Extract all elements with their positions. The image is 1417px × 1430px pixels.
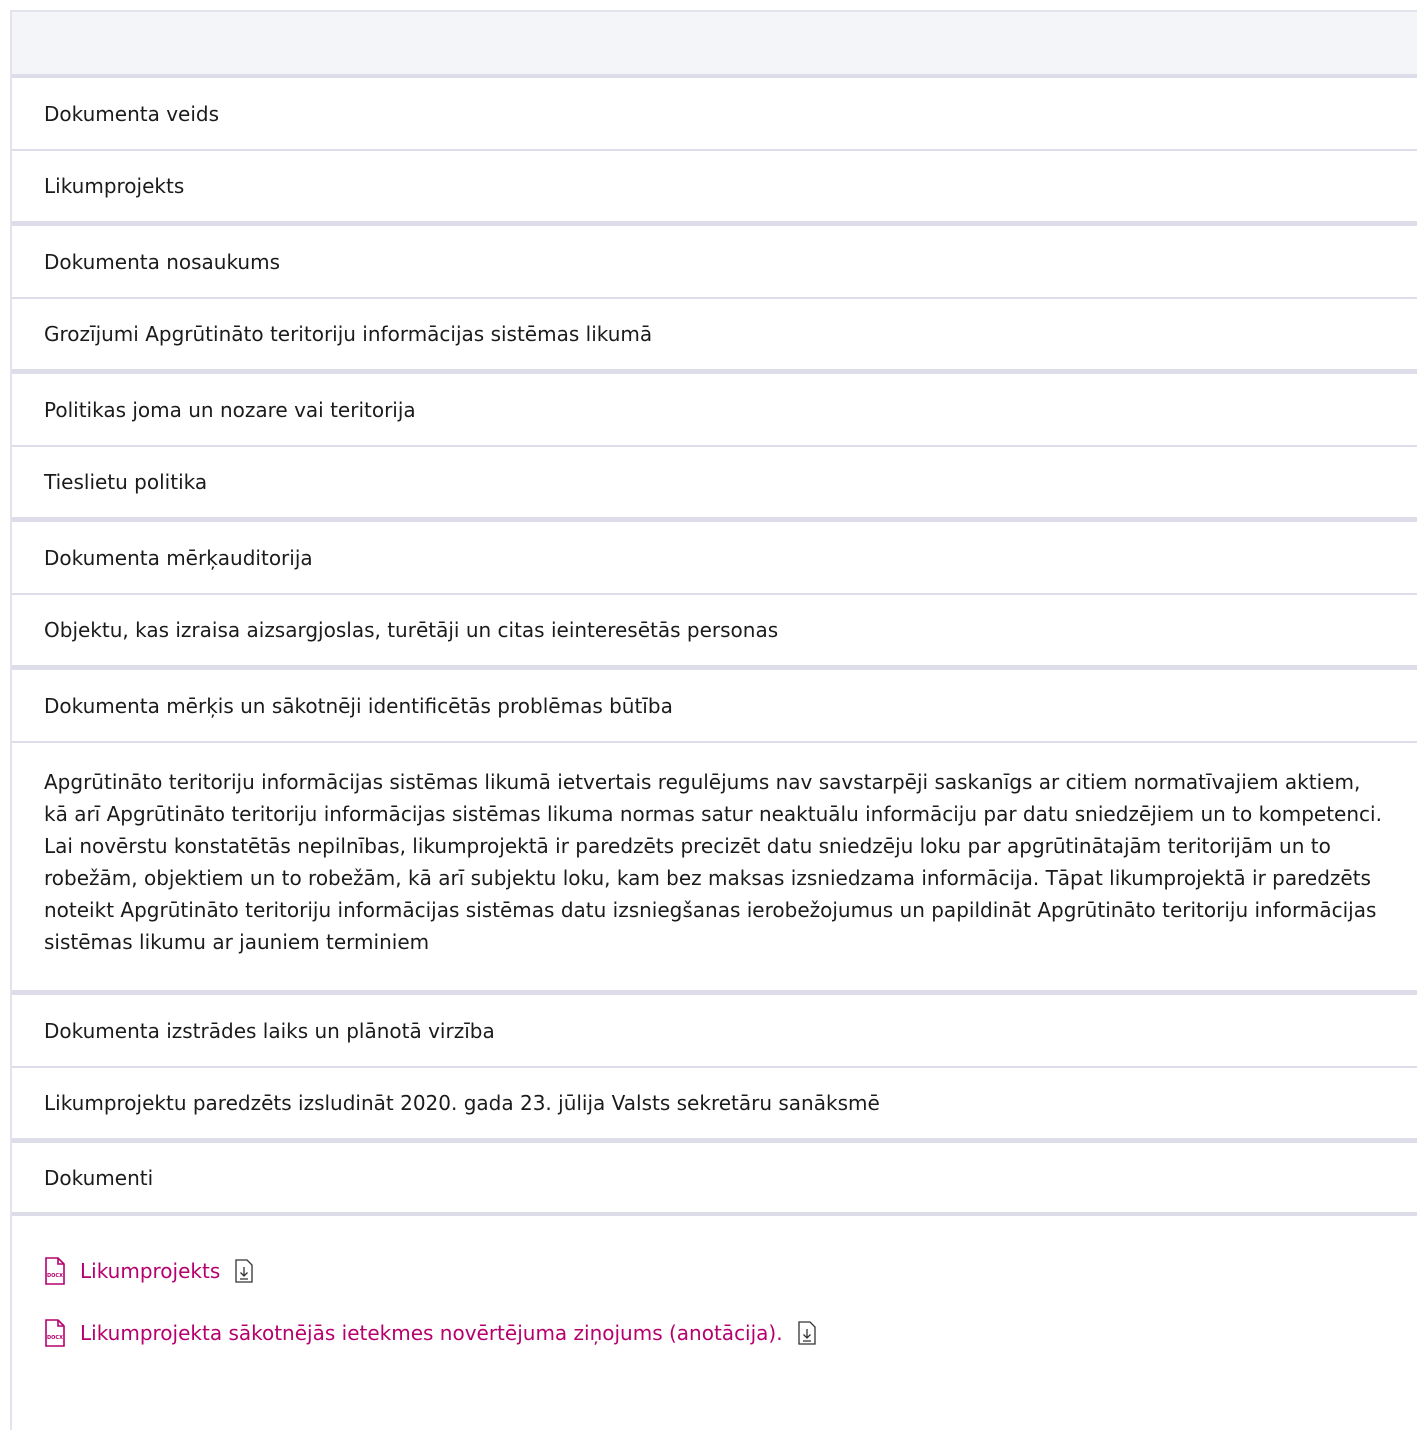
audience-value-row: Objektu, kas izraisa aizsargjoslas, turē… <box>12 595 1417 670</box>
purpose-value: Apgrūtināto teritoriju informācijas sist… <box>44 770 1382 954</box>
document-info-table: Dokumenta veids Likumprojekts Dokumenta … <box>10 10 1417 1430</box>
document-title-label-row: Dokumenta nosaukums <box>12 226 1417 299</box>
svg-text:DOCX: DOCX <box>47 1335 63 1341</box>
documents-label: Dokumenti <box>44 1165 154 1190</box>
download-icon[interactable] <box>797 1321 817 1345</box>
documents-label-row: Dokumenti <box>12 1143 1417 1216</box>
purpose-label-row: Dokumenta mērķis un sākotnēji identificē… <box>12 670 1417 743</box>
document-item: DOCX Likumprojekta sākotnējās ietekmes n… <box>44 1318 1385 1348</box>
policy-area-label-row: Politikas joma un nozare vai teritorija <box>12 374 1417 447</box>
document-type-label-row: Dokumenta veids <box>12 78 1417 151</box>
document-type-value-row: Likumprojekts <box>12 151 1417 226</box>
policy-area-value: Tieslietu politika <box>44 470 208 494</box>
timeline-value-row: Likumprojektu paredzēts izsludināt 2020.… <box>12 1068 1417 1143</box>
purpose-value-row: Apgrūtināto teritoriju informācijas sist… <box>12 743 1417 995</box>
download-icon[interactable] <box>234 1259 254 1283</box>
document-item: DOCX Likumprojekts <box>44 1256 1385 1286</box>
timeline-label-row: Dokumenta izstrādes laiks un plānotā vir… <box>12 995 1417 1068</box>
document-title-label: Dokumenta nosaukums <box>44 249 281 274</box>
audience-label-row: Dokumenta mērķauditorija <box>12 522 1417 595</box>
policy-area-value-row: Tieslietu politika <box>12 447 1417 522</box>
audience-label: Dokumenta mērķauditorija <box>44 545 313 570</box>
audience-value: Objektu, kas izraisa aizsargjoslas, turē… <box>44 618 779 642</box>
timeline-label: Dokumenta izstrādes laiks un plānotā vir… <box>44 1018 495 1043</box>
document-title-value: Grozījumi Apgrūtināto teritoriju informā… <box>44 322 653 346</box>
policy-area-label: Politikas joma un nozare vai teritorija <box>44 397 416 422</box>
docx-file-icon: DOCX <box>45 1319 65 1347</box>
document-link-anotacija[interactable]: Likumprojekta sākotnējās ietekmes novērt… <box>80 1321 783 1345</box>
timeline-value: Likumprojektu paredzēts izsludināt 2020.… <box>44 1091 880 1115</box>
document-type-label: Dokumenta veids <box>44 101 220 126</box>
document-title-value-row: Grozījumi Apgrūtināto teritoriju informā… <box>12 299 1417 374</box>
documents-list: DOCX Likumprojekts DOCX Likumprojekta sā… <box>12 1216 1417 1430</box>
document-link-likumprojekts[interactable]: Likumprojekts <box>80 1259 220 1283</box>
svg-text:DOCX: DOCX <box>47 1273 63 1279</box>
docx-file-icon: DOCX <box>45 1257 65 1285</box>
table-header <box>12 12 1417 78</box>
document-type-value: Likumprojekts <box>44 174 185 198</box>
purpose-label: Dokumenta mērķis un sākotnēji identificē… <box>44 693 673 718</box>
